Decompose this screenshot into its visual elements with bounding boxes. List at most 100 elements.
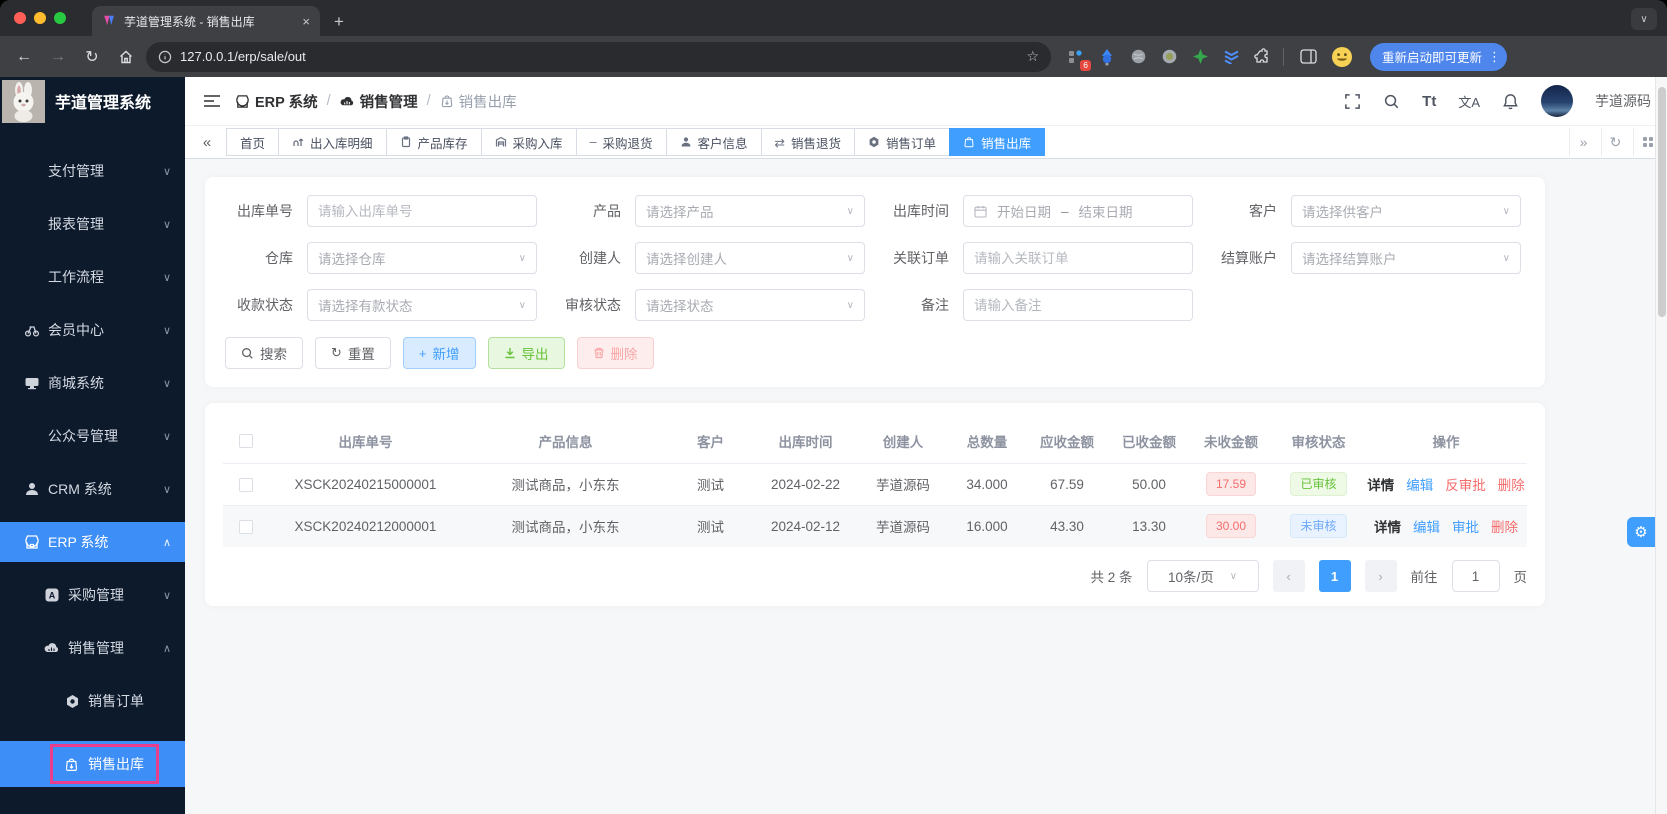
font-size-icon[interactable]: Tt <box>1422 93 1436 110</box>
search-button[interactable]: 搜索 <box>225 337 303 369</box>
select-all-checkbox[interactable] <box>238 434 253 449</box>
tab-close-icon[interactable]: × <box>302 14 310 29</box>
fullscreen-icon[interactable] <box>1344 93 1361 110</box>
scroll-left-icon[interactable]: « <box>195 134 219 151</box>
sidebar-item-report[interactable]: 报表管理 ∨ <box>0 204 185 244</box>
sidebar-item-erp[interactable]: ERP 系统 ∧ <box>0 522 185 562</box>
extension-globe-icon[interactable] <box>1127 46 1149 68</box>
extension-ring-icon[interactable] <box>1158 46 1180 68</box>
page-1-button[interactable]: 1 <box>1318 560 1351 592</box>
tag-sale-return[interactable]: ⇄ 销售退货 <box>760 128 856 156</box>
sidebar-item-sale-order[interactable]: 销售订单 <box>0 681 185 721</box>
notification-bell-icon[interactable] <box>1502 93 1519 110</box>
forward-button[interactable]: → <box>44 43 72 71</box>
reload-button[interactable]: ↻ <box>78 43 106 71</box>
row-checkbox[interactable] <box>238 519 253 534</box>
side-panel-icon[interactable] <box>1294 43 1322 71</box>
site-info-icon[interactable] <box>158 50 172 64</box>
tag-home[interactable]: 首页 <box>226 128 280 156</box>
tag-stock-record[interactable]: 出入库明细 <box>278 128 387 156</box>
search-icon[interactable] <box>1383 93 1400 110</box>
audit-status-select[interactable]: 请选择状态 ∨ <box>635 289 865 321</box>
tag-sale-order[interactable]: 销售订单 <box>854 128 951 156</box>
reset-button[interactable]: ↻ 重置 <box>315 337 391 369</box>
prev-page-button[interactable]: ‹ <box>1272 560 1305 592</box>
order-no-input[interactable] <box>963 242 1193 274</box>
tag-purchase-in[interactable]: 采购入库 <box>480 128 577 156</box>
sidebar-item-purchase[interactable]: A 采购管理 ∨ <box>0 575 185 615</box>
sidebar-item-member[interactable]: 会员中心 ∨ <box>0 310 185 350</box>
delete-link[interactable]: 删除 <box>1491 516 1518 536</box>
extension-devtools-icon[interactable]: 6 <box>1065 46 1091 71</box>
extension-lamp-icon[interactable] <box>1096 46 1118 68</box>
creator-select[interactable]: 请选择创建人 ∨ <box>635 242 865 274</box>
sidebar-item-sales[interactable]: 销售管理 ∧ <box>0 628 185 668</box>
sidebar-item-wechat[interactable]: 公众号管理 ∨ <box>0 416 185 456</box>
relaunch-update-button[interactable]: 重新启动即可更新 ⋮ <box>1370 42 1508 71</box>
sidebar-item-crm[interactable]: CRM 系统 ∨ <box>0 469 185 509</box>
sidebar-item-mall[interactable]: 商城系统 ∨ <box>0 363 185 403</box>
scroll-right-icon[interactable]: » <box>1569 128 1597 156</box>
approve-link[interactable]: 审批 <box>1452 516 1479 536</box>
tag-sale-out[interactable]: 销售出库 <box>949 128 1046 156</box>
customer-select[interactable]: 请选择供客户 ∨ <box>1291 195 1521 227</box>
logo-row[interactable]: 芋道管理系统 <box>0 77 185 125</box>
user-avatar[interactable] <box>1541 85 1573 117</box>
settings-drawer-button[interactable]: ⚙ <box>1627 517 1655 547</box>
edit-link[interactable]: 编辑 <box>1413 516 1440 536</box>
language-icon[interactable]: 文A <box>1458 92 1480 111</box>
delete-button[interactable]: 删除 <box>576 337 654 369</box>
page-size-select[interactable]: 10条/页 ∨ <box>1146 560 1259 592</box>
add-button[interactable]: + 新增 <box>402 337 476 369</box>
out-no-input[interactable] <box>307 195 537 227</box>
sidebar-item-sale-out[interactable]: 销售出库 <box>0 741 185 787</box>
tag-product-stock[interactable]: 产品库存 <box>385 128 482 156</box>
edit-link[interactable]: 编辑 <box>1406 474 1433 494</box>
username[interactable]: 芋道源码 <box>1595 91 1651 111</box>
detail-link[interactable]: 详情 <box>1374 516 1401 536</box>
breadcrumb-erp[interactable]: ERP 系统 <box>235 91 318 112</box>
refresh-tab-icon[interactable]: ↻ <box>1601 128 1629 156</box>
breadcrumb-sales[interactable]: 销售管理 <box>340 91 418 112</box>
out-time-daterange[interactable]: 开始日期 – 结束日期 <box>963 195 1193 227</box>
home-button[interactable] <box>112 43 140 71</box>
tag-purchase-return[interactable]: – 采购退货 <box>575 128 667 156</box>
next-page-button[interactable]: › <box>1364 560 1397 592</box>
url-text[interactable]: 127.0.0.1/erp/sale/out <box>180 49 1018 64</box>
browser-menu-icon[interactable]: ⋮ <box>1488 49 1501 65</box>
sidebar-item-payment[interactable]: 支付管理 ∨ <box>0 151 185 191</box>
window-close-button[interactable] <box>14 12 26 24</box>
remark-input[interactable] <box>963 289 1193 321</box>
window-minimize-button[interactable] <box>34 12 46 24</box>
extension-star-icon[interactable] <box>1189 46 1211 68</box>
tab-search-button[interactable]: ∨ <box>1631 8 1657 30</box>
profile-avatar-icon[interactable] <box>1328 43 1356 71</box>
collapse-menu-icon[interactable] <box>203 93 221 109</box>
back-button[interactable]: ← <box>10 43 38 71</box>
browser-tab[interactable]: 芋道管理系统 - 销售出库 × <box>92 6 320 36</box>
scrollbar-thumb[interactable] <box>1658 87 1666 317</box>
account-select[interactable]: 请选择结算账户 ∨ <box>1291 242 1521 274</box>
detail-link[interactable]: 详情 <box>1367 474 1394 494</box>
row-checkbox[interactable] <box>238 477 253 492</box>
order-no-input-field[interactable] <box>974 250 1182 266</box>
window-zoom-button[interactable] <box>54 12 66 24</box>
sidebar-item-workflow[interactable]: 工作流程 ∨ <box>0 257 185 297</box>
new-tab-button[interactable]: + <box>334 12 344 36</box>
extension-vite-icon[interactable] <box>1220 46 1242 68</box>
url-bar[interactable]: 127.0.0.1/erp/sale/out ☆ <box>146 41 1051 72</box>
window-controls[interactable] <box>14 12 66 24</box>
browser-scrollbar[interactable] <box>1655 77 1667 814</box>
export-button[interactable]: 导出 <box>487 337 565 369</box>
remark-input-field[interactable] <box>974 297 1182 313</box>
tag-customer-info[interactable]: 客户信息 <box>665 128 762 156</box>
out-no-input-field[interactable] <box>318 203 526 219</box>
goto-page-input[interactable] <box>1451 560 1500 592</box>
payment-status-select[interactable]: 请选择有款状态 ∨ <box>307 289 537 321</box>
bookmark-star-icon[interactable]: ☆ <box>1026 48 1039 65</box>
delete-link[interactable]: 删除 <box>1498 474 1525 494</box>
extensions-puzzle-icon[interactable] <box>1251 46 1273 68</box>
warehouse-select[interactable]: 请选择仓库 ∨ <box>307 242 537 274</box>
unapprove-link[interactable]: 反审批 <box>1445 474 1486 494</box>
product-select[interactable]: 请选择产品 ∨ <box>635 195 865 227</box>
